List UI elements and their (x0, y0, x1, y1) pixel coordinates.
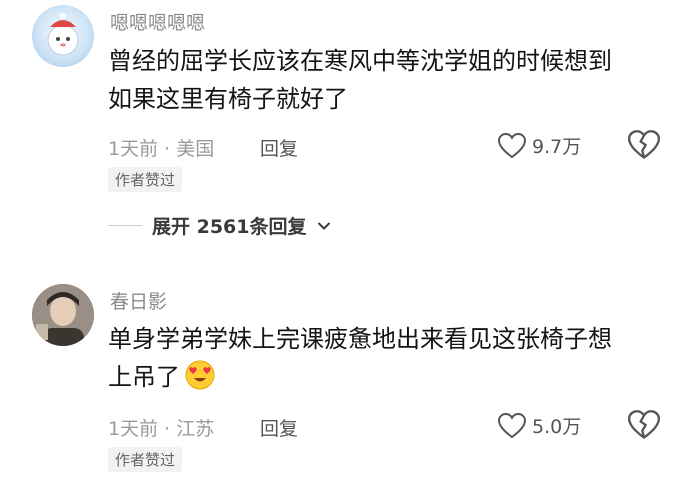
heart-eyes-emoji-icon (185, 360, 215, 390)
comment-text-fragment: 上吊了 (108, 363, 180, 391)
reply-button[interactable]: 回复 (260, 134, 298, 161)
avatar[interactable] (32, 284, 94, 346)
like-count: 9.7万 (532, 136, 582, 158)
comment-text: 曾经的屈学长应该在寒风中等沈学姐的时候想到 如果这里有椅子就好了 (108, 42, 668, 118)
like-button[interactable]: 5.0万 (498, 412, 581, 439)
expand-replies-label: 展开 2561条回复 (152, 216, 307, 238)
heart-icon (498, 132, 526, 158)
comment-text-line: 单身学弟学妹上完课疲惫地出来看见这张椅子想 (108, 325, 612, 353)
dislike-button[interactable] (628, 130, 660, 162)
broken-heart-icon (628, 130, 660, 159)
like-button[interactable]: 9.7万 (498, 132, 581, 159)
broken-heart-icon (628, 410, 660, 439)
username[interactable]: 嗯嗯嗯嗯嗯 (110, 8, 205, 35)
username[interactable]: 春日影 (110, 287, 167, 314)
comment-meta: 1天前 · 江苏 (108, 418, 215, 440)
person-photo-icon (32, 284, 94, 346)
author-liked-badge: 作者赞过 (108, 447, 183, 472)
divider (108, 225, 142, 226)
chevron-down-icon (317, 221, 330, 230)
heart-icon (498, 412, 526, 438)
dislike-button[interactable] (628, 410, 660, 442)
snowman-character-icon (47, 13, 79, 56)
comment-text: 单身学弟学妹上完课疲惫地出来看见这张椅子想 上吊了 (108, 320, 668, 396)
comment-text-line: 上吊了 (108, 358, 668, 396)
comment-text-line: 如果这里有椅子就好了 (108, 85, 348, 113)
author-liked-badge: 作者赞过 (108, 167, 183, 192)
avatar[interactable] (32, 5, 94, 67)
like-count: 5.0万 (532, 416, 582, 438)
comment-text-line: 曾经的屈学长应该在寒风中等沈学姐的时候想到 (108, 47, 612, 75)
comment-meta: 1天前 · 美国 (108, 138, 215, 160)
reply-button[interactable]: 回复 (260, 414, 298, 441)
expand-replies-button[interactable]: 展开 2561条回复 (108, 212, 331, 239)
